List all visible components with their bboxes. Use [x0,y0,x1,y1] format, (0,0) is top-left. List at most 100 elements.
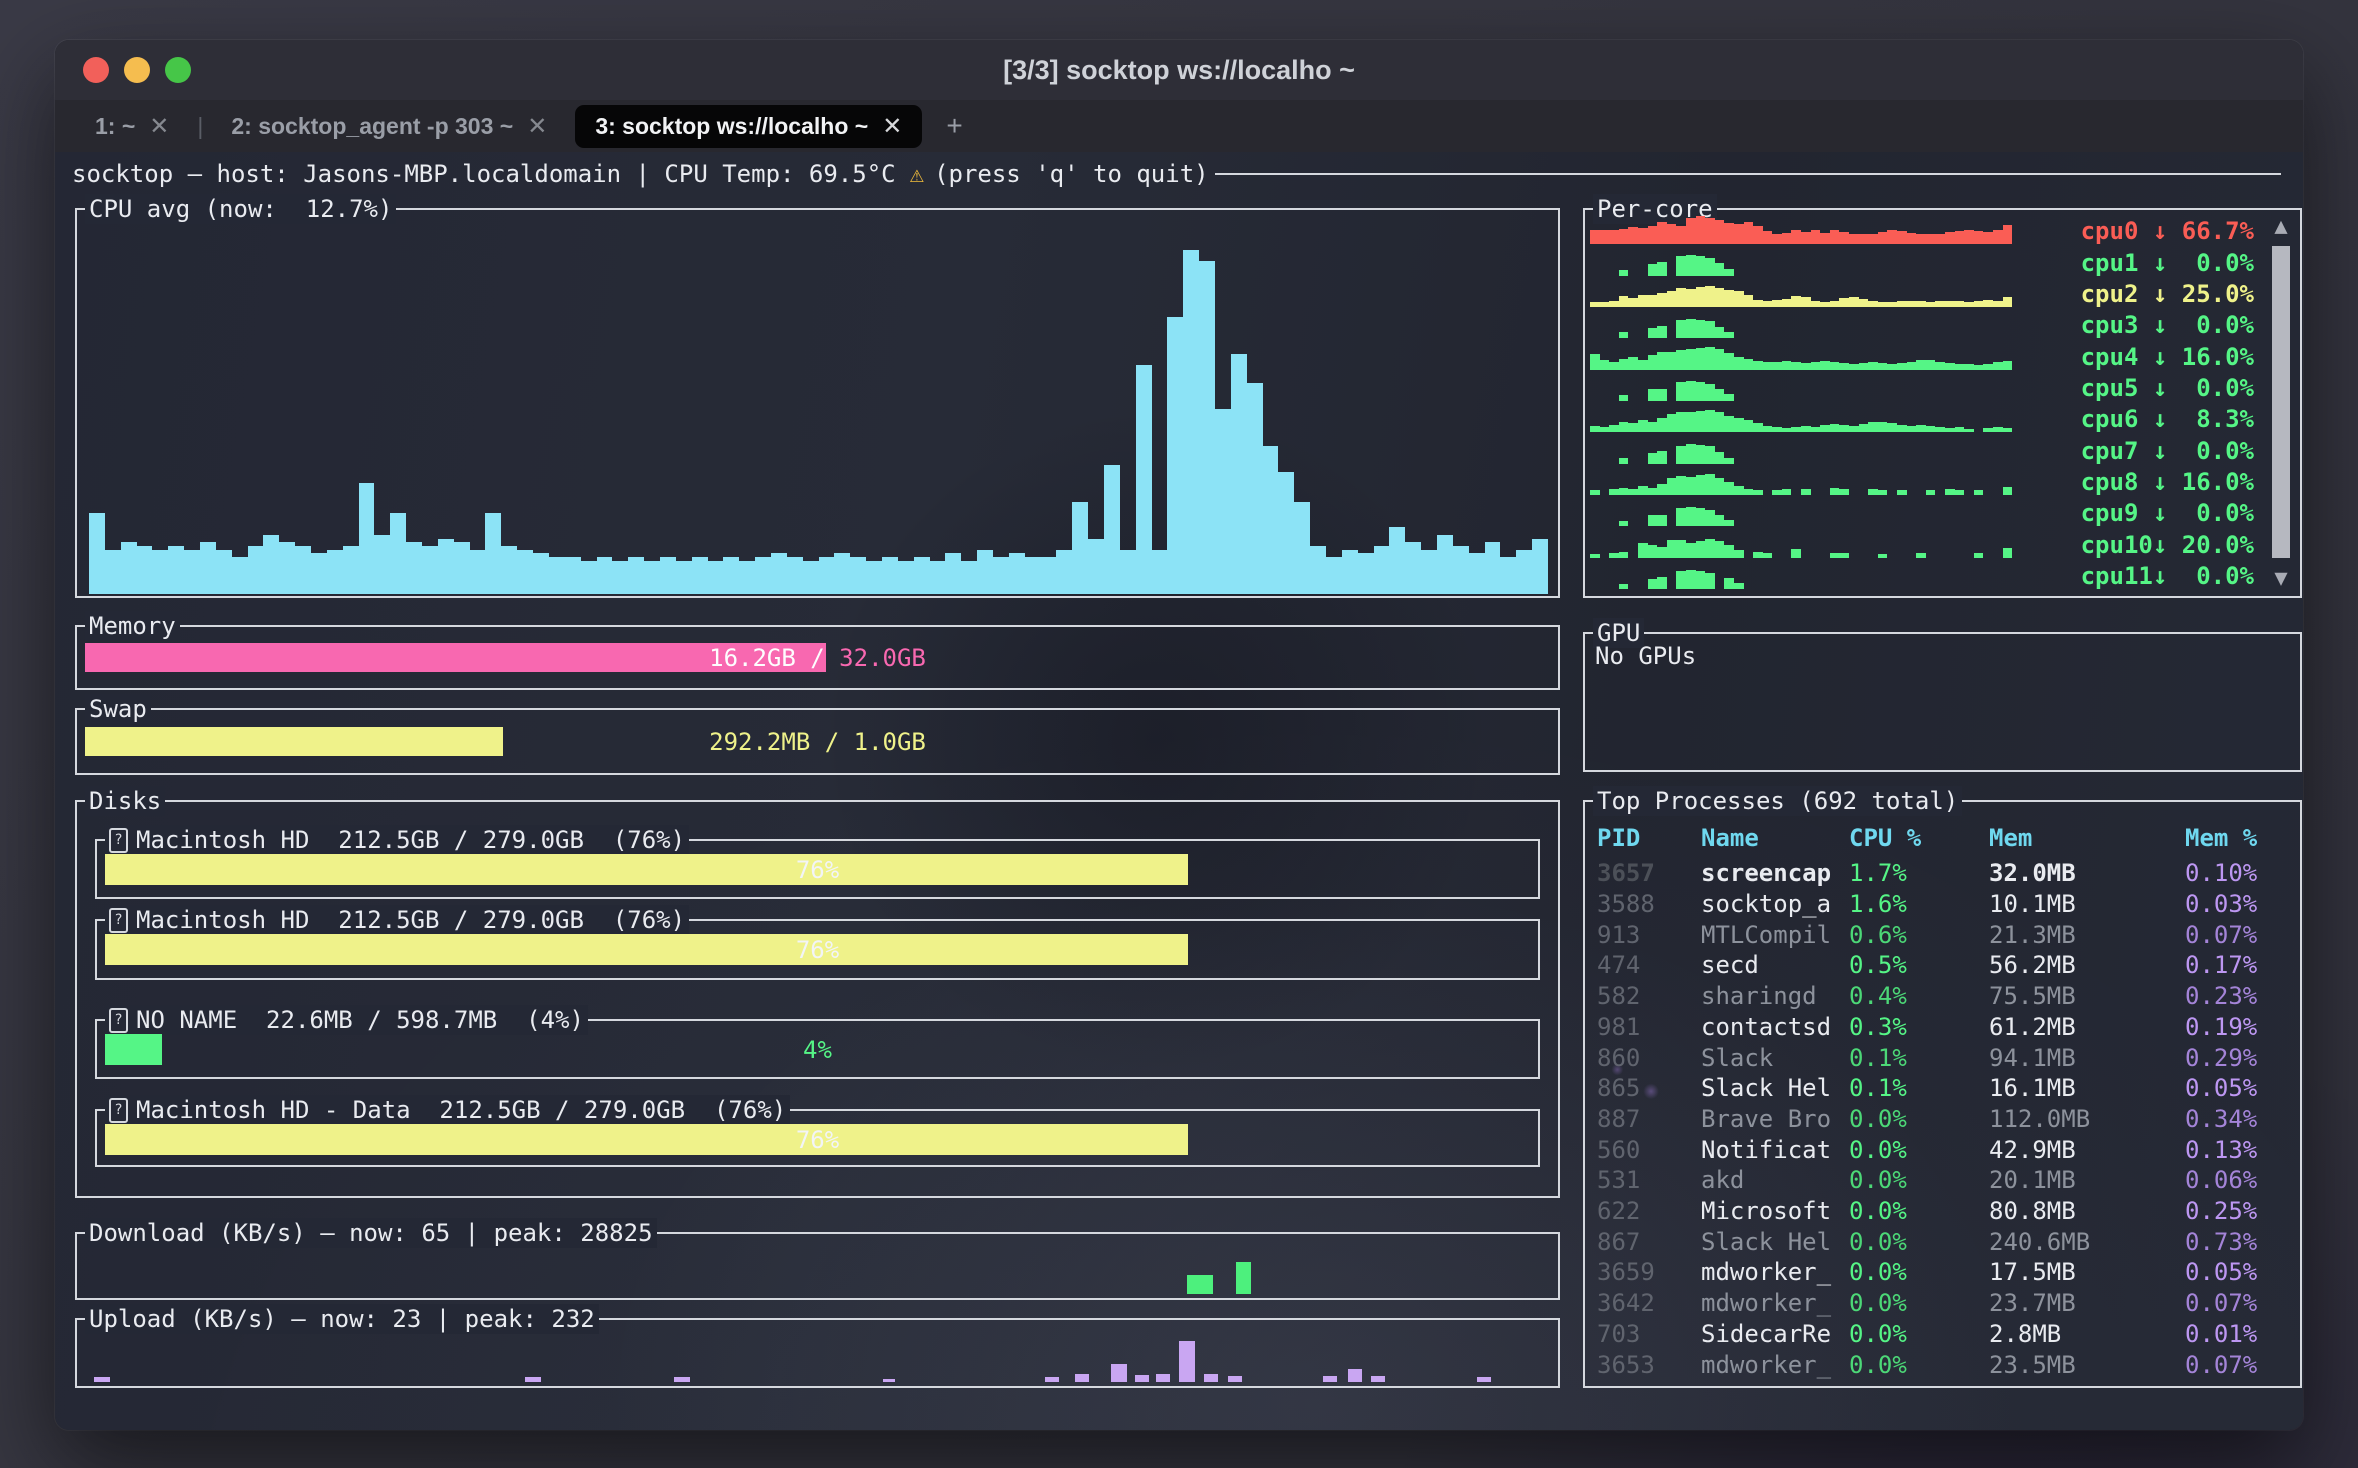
scroll-down-icon[interactable]: ▼ [2268,568,2294,590]
new-tab-button[interactable]: + [936,110,972,142]
tab-close-icon[interactable]: ✕ [882,112,902,141]
spark-bar [1715,263,1725,275]
process-cpu: 0.0% [1849,1351,1989,1379]
spark-bar [1811,427,1821,433]
per-core-scrollbar[interactable]: ▲ ▼ [2268,216,2294,590]
process-name: mdworker_ [1701,1351,1849,1379]
spark-bar [1878,422,1888,433]
spark-bar [1667,352,1677,370]
cpu-avg-bar [1025,557,1041,594]
spark-bar [1715,220,1725,244]
cpu-avg-bar [660,557,676,594]
process-row: 582sharingd0.4%75.5MB0.23% [1597,981,2292,1012]
process-row: 703SidecarRe0.0%2.8MB0.01% [1597,1319,2292,1350]
cpu-avg-bar [343,546,359,594]
tab-3[interactable]: 3: socktop ws://localho ~✕ [575,105,922,148]
spark-bar [1734,583,1744,589]
spark-bar [1705,384,1715,401]
disk-item: ?Macintosh HD 212.5GB / 279.0GB (76%)76% [95,919,1540,980]
spark-bar [1964,302,1974,307]
core-row: cpu5 ↓ 0.0% [1590,372,2254,403]
spark-bar [1974,365,1984,370]
gpu-status-text: No GPUs [1595,642,1696,670]
spark-bar [1600,230,1610,245]
upload-bar [1204,1374,1218,1382]
spark-bar [1676,412,1686,432]
tab-close-icon[interactable]: ✕ [527,112,547,141]
cpu-avg-bar [406,542,422,594]
scroll-up-icon[interactable]: ▲ [2268,216,2294,238]
spark-bar [1657,262,1667,275]
process-mem: 56.2MB [1989,951,2185,979]
cpu-avg-bar [1437,535,1453,594]
spark-bar [2003,361,2013,369]
cpu-avg-bar [803,561,819,594]
spark-bar [1926,234,1936,244]
process-mem: 80.8MB [1989,1197,2185,1225]
spark-bar [1724,416,1734,433]
cpu-avg-bar [454,542,470,594]
spark-bar [1667,478,1677,495]
tab-close-icon[interactable]: ✕ [149,112,169,141]
column-header: Name [1701,824,1849,852]
spark-bar [1916,553,1926,558]
spark-bar [1763,231,1773,244]
tab-label: 2: socktop_agent -p 303 ~ [231,113,513,140]
cpu-avg-bar [1088,539,1104,595]
cpu-avg-bar [1532,539,1548,595]
process-cpu: 0.0% [1849,1258,1989,1286]
spark-bar [1686,289,1696,307]
core-row: cpu3 ↓ 0.0% [1590,309,2254,340]
spark-bar [1926,302,1936,307]
spark-bar [1705,446,1715,463]
spark-bar [1859,424,1869,432]
spark-bar [1926,490,1936,495]
cpu-avg-bar [739,561,755,594]
spark-bar [1839,489,1849,495]
top-processes-panel-title: Top Processes (692 total) [1593,786,1962,816]
spark-bar [1887,302,1897,307]
process-name: Notificat [1701,1136,1849,1164]
cpu-avg-bar [1516,550,1532,594]
tab-2[interactable]: 2: socktop_agent -p 303 ~ ✕ [217,105,561,148]
spark-bar [1667,414,1677,433]
spark-bar [1619,422,1629,433]
cpu-avg-panel: CPU avg (now: 12.7%) [75,208,1560,598]
zoom-window-button[interactable] [165,57,191,83]
disk-percent-text: 76% [105,856,1530,884]
spark-bar [1734,224,1744,244]
scrollbar-thumb[interactable] [2272,246,2290,558]
tab-1[interactable]: 1: ~✕ [81,105,183,148]
spark-bar [1686,319,1696,339]
spark-bar [1657,451,1667,463]
minimize-window-button[interactable] [124,57,150,83]
cpu-avg-bar [1263,446,1279,594]
process-mem: 23.5MB [1989,1351,2185,1379]
spark-bar [1849,426,1859,432]
spark-bar [1705,510,1715,526]
cpu-avg-bar [612,561,628,594]
spark-bar [1696,382,1706,401]
cpu-avg-bar [1231,354,1247,595]
spark-bar [1686,218,1696,244]
process-pid: 531 [1597,1166,1701,1194]
cpu-avg-bar [1009,553,1025,594]
process-mem: 112.0MB [1989,1105,2185,1133]
core-sparkline [1590,436,2012,463]
process-mem: 10.1MB [1989,890,2185,918]
process-memp: 0.05% [2185,1258,2292,1286]
spark-bar [1715,541,1725,558]
spark-bar [1974,553,1984,557]
spark-bar [1983,300,1993,307]
spark-bar [1676,446,1686,464]
spark-bar [1753,361,1763,370]
spark-bar [1686,412,1696,433]
process-row: 3642mdworker_0.0%23.7MB0.07% [1597,1288,2292,1319]
core-label: cpu2 ↓ 25.0% [2081,280,2254,308]
upload-bar [1228,1376,1242,1382]
close-window-button[interactable] [83,57,109,83]
column-header: Mem % [2185,824,2292,852]
spark-bar [1935,362,1945,369]
spark-bar [1676,476,1686,495]
spark-bar [1648,422,1658,433]
